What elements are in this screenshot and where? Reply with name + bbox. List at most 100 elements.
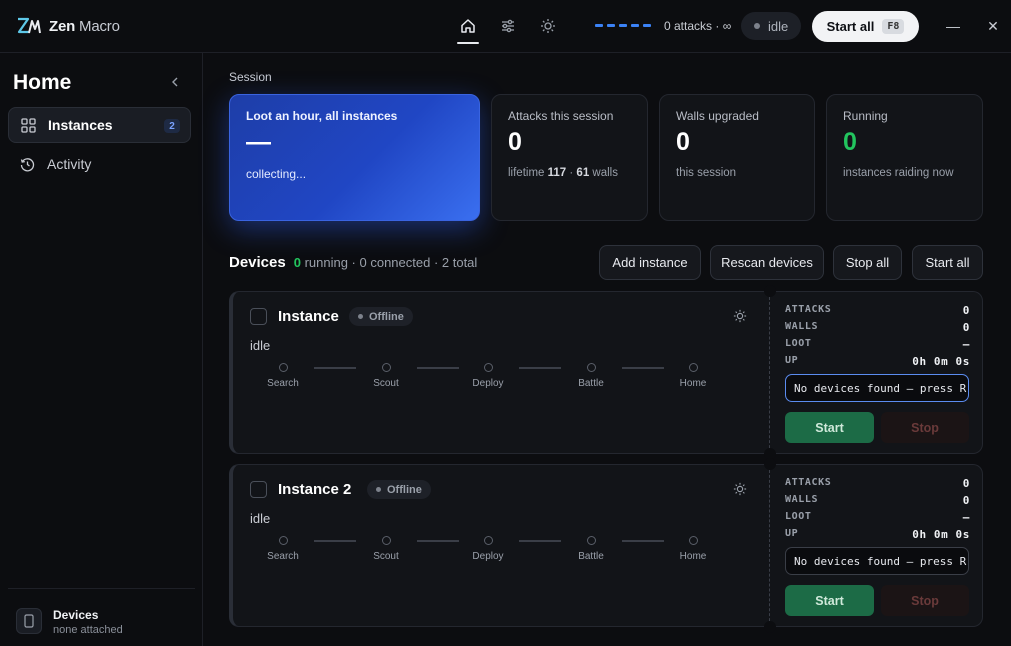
step-deploy: Deploy (458, 362, 518, 389)
devices-footer[interactable]: Devices none attached (8, 588, 195, 646)
title-bar: Zen Macro 0 attacks · ∞ idle Start all F8… (0, 0, 1011, 53)
card-title: Loot an hour, all instances (246, 109, 398, 123)
stat-uptime: UP 0h 0m 0s (785, 528, 970, 541)
step-dot-icon (381, 363, 391, 372)
step-home: Home (663, 362, 723, 389)
nav-home[interactable] (457, 14, 479, 44)
card-subtitle: lifetime 117 · 61 walls (508, 167, 618, 179)
status-badge: Offline (367, 480, 431, 499)
step-dot-icon (586, 536, 596, 545)
sliders-icon (502, 19, 514, 33)
attacks-status: 0 attacks · ∞ (664, 19, 732, 33)
history-icon (20, 157, 35, 171)
step-battle: Battle (561, 535, 621, 562)
devices-footer-subtitle: none attached (53, 624, 123, 636)
step-dot-icon (483, 363, 493, 372)
step-deploy: Deploy (458, 535, 518, 562)
device-message-field[interactable]: No devices found — press R (785, 547, 969, 575)
stat-walls: WALLS 0 (785, 494, 970, 507)
sidebar-item-instances[interactable]: Instances 2 (8, 107, 191, 143)
rescan-devices-button[interactable]: Rescan devices (710, 245, 824, 280)
nav-theme[interactable] (537, 14, 559, 38)
pipeline-steps: Search Scout Deploy Battle Home (263, 362, 723, 392)
shortcut-key: F8 (882, 19, 905, 34)
stop-all-button[interactable]: Stop all (833, 245, 902, 280)
step-scout: Scout (356, 535, 416, 562)
gear-icon[interactable] (733, 309, 747, 323)
card-value: 0 (843, 128, 857, 156)
start-button[interactable]: Start (785, 585, 874, 616)
sidebar-item-label: Instances (48, 117, 113, 133)
phone-icon (24, 614, 34, 628)
instance-main: Instance Offline idle Search Scout Deplo… (233, 292, 769, 453)
instances-count-badge: 2 (164, 119, 180, 133)
instance-checkbox[interactable] (250, 308, 267, 325)
status-dot-icon (754, 23, 760, 29)
sidebar: Home Instances 2 Activity Devices none a… (0, 53, 203, 646)
device-icon-box (16, 608, 42, 634)
instance-card: Instance Offline idle Search Scout Deplo… (229, 285, 983, 460)
start-all-button[interactable]: Start all F8 (812, 11, 919, 42)
step-home: Home (663, 535, 723, 562)
step-connector (519, 540, 561, 542)
sidebar-item-label: Activity (47, 156, 92, 172)
gear-icon[interactable] (733, 482, 747, 496)
sidebar-item-activity[interactable]: Activity (8, 146, 191, 182)
stop-button[interactable]: Stop (881, 585, 969, 616)
minimize-icon: — (946, 18, 960, 34)
device-message-field[interactable]: No devices found — press R (785, 374, 969, 402)
app-logo: Zen Macro (17, 16, 120, 36)
instance-card: Instance 2 Offline idle Search Scout Dep… (229, 458, 983, 633)
instance-stats: ATTACKS 0 WALLS 0 LOOT — UP 0h 0m 0s No devi… (770, 465, 983, 626)
attacks-card: Attacks this session 0 lifetime 117 · 61… (491, 94, 648, 221)
instance-state: idle (250, 511, 271, 526)
sun-icon (541, 19, 555, 33)
start-all-devices-button[interactable]: Start all (912, 245, 983, 280)
step-dot-icon (688, 536, 698, 545)
add-instance-button[interactable]: Add instance (599, 245, 701, 280)
grid-icon (21, 117, 36, 133)
start-all-label: Start all (826, 19, 875, 34)
chevron-left-icon[interactable] (168, 75, 182, 89)
card-subtitle: collecting... (246, 167, 307, 181)
step-dot-icon (278, 363, 288, 372)
instance-state: idle (250, 338, 271, 353)
step-search: Search (253, 535, 313, 562)
start-button[interactable]: Start (785, 412, 874, 443)
running-card: Running 0 instances raiding now (826, 94, 983, 221)
app-title: Zen Macro (49, 17, 120, 35)
loot-card: Loot an hour, all instances — collecting… (229, 94, 480, 221)
card-value: — (246, 128, 271, 156)
progress-dashes (595, 24, 651, 27)
step-dot-icon (278, 536, 288, 545)
step-dot-icon (483, 536, 493, 545)
zm-logo-icon (17, 17, 41, 34)
step-scout: Scout (356, 362, 416, 389)
session-label: Session (229, 70, 272, 84)
top-nav (457, 14, 559, 44)
instance-checkbox[interactable] (250, 481, 267, 498)
walls-card: Walls upgraded 0 this session (659, 94, 815, 221)
card-title: Walls upgraded (676, 109, 759, 123)
step-dot-icon (586, 363, 596, 372)
devices-stats: 0 running · 0 connected · 2 total (293, 255, 478, 270)
nav-settings[interactable] (497, 14, 519, 38)
step-connector (417, 540, 459, 542)
step-connector (417, 367, 459, 369)
card-title: Running (843, 109, 888, 123)
status-dot-icon (376, 487, 381, 492)
stop-button[interactable]: Stop (881, 412, 969, 443)
stat-attacks: ATTACKS 0 (785, 477, 970, 490)
step-search: Search (253, 362, 313, 389)
card-subtitle: this session (676, 167, 737, 179)
minimize-button[interactable]: — (943, 16, 963, 36)
devices-footer-title: Devices (53, 608, 99, 622)
close-button[interactable]: ✕ (983, 16, 1003, 36)
step-connector (519, 367, 561, 369)
instance-name: Instance 2 (278, 481, 352, 498)
stat-uptime: UP 0h 0m 0s (785, 355, 970, 368)
card-value: 0 (676, 128, 690, 156)
step-connector (314, 540, 356, 542)
status-dot-icon (358, 314, 363, 319)
pipeline-steps: Search Scout Deploy Battle Home (263, 535, 723, 565)
